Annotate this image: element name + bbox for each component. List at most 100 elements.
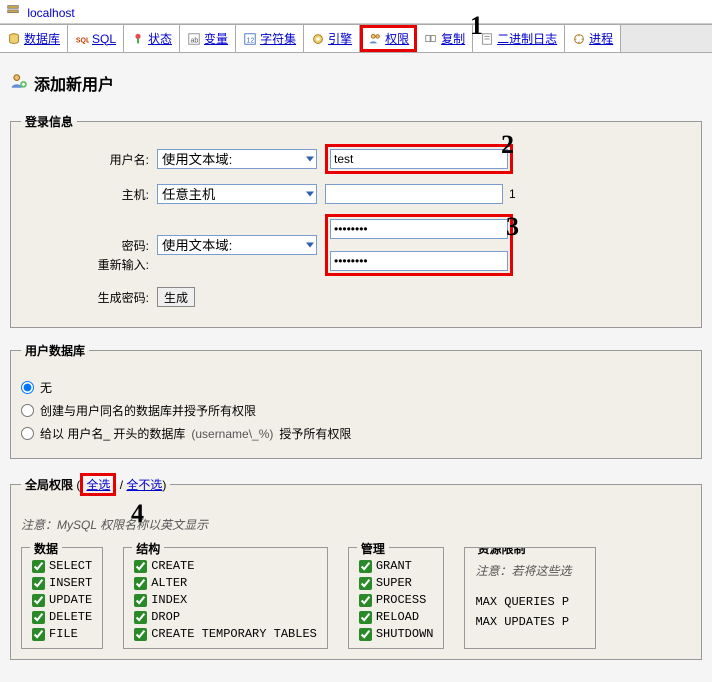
generate-password-button[interactable]: 生成 (157, 287, 195, 307)
priv-checkbox[interactable] (359, 560, 372, 573)
label-retype: 重新输入: (21, 256, 157, 273)
privileges-icon (368, 32, 382, 46)
page-title-text: 添加新用户 (34, 71, 114, 95)
tab-status[interactable]: 状态 (124, 25, 180, 52)
priv-item-drop[interactable]: DROP (134, 610, 317, 624)
resources-note: 注意：若将这些选 (475, 562, 585, 579)
tab-replication[interactable]: 复制 (417, 25, 473, 52)
label-host: 主机: (21, 186, 157, 203)
priv-label: PROCESS (376, 593, 426, 607)
priv-checkbox[interactable] (134, 628, 147, 641)
priv-group-admin-title: 管理 (357, 540, 389, 557)
priv-note: 注意：MySQL 权限名称以英文显示 (21, 516, 691, 533)
priv-checkbox[interactable] (134, 611, 147, 624)
highlight-password (325, 214, 513, 276)
priv-item-file[interactable]: FILE (32, 627, 92, 641)
priv-group-resources-title: 资源限制 (473, 547, 529, 557)
tab-label: 字符集 (260, 30, 296, 47)
tab-engines[interactable]: 引擎 (304, 25, 360, 52)
priv-checkbox[interactable] (32, 560, 45, 573)
select-username-mode[interactable]: 使用文本域: (157, 149, 317, 169)
priv-checkbox[interactable] (32, 594, 45, 607)
priv-label: SELECT (49, 559, 92, 573)
priv-label: DELETE (49, 610, 92, 624)
legend-global-priv-text: 全局权限 (25, 478, 73, 492)
priv-group-structure-title: 结构 (132, 540, 164, 557)
priv-checkbox[interactable] (134, 560, 147, 573)
priv-item-index[interactable]: INDEX (134, 593, 317, 607)
priv-item-reload[interactable]: RELOAD (359, 610, 434, 624)
priv-checkbox[interactable] (134, 594, 147, 607)
tab-database[interactable]: 数据库 (0, 25, 68, 52)
server-icon (6, 6, 23, 20)
input-retype-password[interactable] (330, 251, 508, 271)
priv-checkbox[interactable] (32, 577, 45, 590)
select-password-mode[interactable]: 使用文本域: (157, 235, 317, 255)
server-link[interactable]: localhost (27, 6, 74, 20)
tab-label: 权限 (385, 30, 409, 47)
radio-db-same[interactable] (21, 404, 34, 417)
priv-checkbox[interactable] (32, 628, 45, 641)
priv-item-create-temporary-tables[interactable]: CREATE TEMPORARY TABLES (134, 627, 317, 641)
tab-label: 二进制日志 (497, 30, 557, 47)
radio-db-prefix[interactable] (21, 427, 34, 440)
input-username[interactable] (330, 149, 508, 169)
priv-label: SHUTDOWN (376, 627, 434, 641)
resource-line: MAX QUERIES P (475, 595, 585, 609)
highlight-username (325, 144, 513, 174)
priv-label: INSERT (49, 576, 92, 590)
svg-text:ab: ab (191, 37, 199, 44)
tab-charset[interactable]: 12 字符集 (236, 25, 304, 52)
input-password[interactable] (330, 219, 508, 239)
priv-group-data-title: 数据 (30, 540, 62, 557)
tab-label: 进程 (589, 30, 613, 47)
priv-checkbox[interactable] (32, 611, 45, 624)
input-host[interactable] (325, 184, 503, 204)
priv-label: SUPER (376, 576, 412, 590)
tab-variables[interactable]: ab 变量 (180, 25, 236, 52)
tab-processes[interactable]: 进程 (565, 25, 621, 52)
link-uncheck-all[interactable]: 全不选 (126, 478, 162, 492)
tab-label: SQL (92, 32, 116, 46)
priv-item-create[interactable]: CREATE (134, 559, 317, 573)
priv-item-alter[interactable]: ALTER (134, 576, 317, 590)
priv-item-super[interactable]: SUPER (359, 576, 434, 590)
resource-line: MAX UPDATES P (475, 615, 585, 629)
priv-item-shutdown[interactable]: SHUTDOWN (359, 627, 434, 641)
select-host-mode[interactable]: 任意主机 (157, 184, 317, 204)
tab-sql[interactable]: SQL SQL (68, 25, 124, 52)
priv-label: FILE (49, 627, 78, 641)
priv-checkbox[interactable] (359, 594, 372, 607)
priv-item-update[interactable]: UPDATE (32, 593, 92, 607)
fieldset-user-db: 用户数据库 无 创建与用户同名的数据库并授予所有权限 给以 用户名_ 开头的数据… (10, 342, 702, 459)
legend-global-priv: 全局权限 (全选 / 全不选) (21, 473, 170, 496)
priv-item-grant[interactable]: GRANT (359, 559, 434, 573)
tab-label: 变量 (204, 30, 228, 47)
tab-bar: 数据库 SQL SQL 状态 ab 变量 12 字符集 引擎 权限 复制 二进制… (0, 24, 712, 53)
legend-user-db: 用户数据库 (21, 342, 89, 359)
binlog-icon (480, 32, 494, 46)
tab-privileges[interactable]: 权限 (360, 25, 417, 52)
priv-item-delete[interactable]: DELETE (32, 610, 92, 624)
fieldset-login-info: 登录信息 用户名: 使用文本域: 2 主机: 任意主机 1 密码: 使用文本域: (10, 113, 702, 328)
tab-binlog[interactable]: 二进制日志 (473, 25, 565, 52)
priv-checkbox[interactable] (359, 628, 372, 641)
add-user-icon (10, 72, 28, 95)
priv-checkbox[interactable] (134, 577, 147, 590)
priv-item-select[interactable]: SELECT (32, 559, 92, 573)
radio-db-none[interactable] (21, 381, 34, 394)
radio-db-prefix-label-c: 授予所有权限 (279, 425, 351, 442)
priv-item-process[interactable]: PROCESS (359, 593, 434, 607)
sql-icon: SQL (75, 32, 89, 46)
link-check-all[interactable]: 全选 (86, 478, 110, 492)
priv-label: CREATE (151, 559, 194, 573)
priv-item-insert[interactable]: INSERT (32, 576, 92, 590)
tab-label: 复制 (441, 30, 465, 47)
priv-checkbox[interactable] (359, 611, 372, 624)
priv-checkbox[interactable] (359, 577, 372, 590)
status-icon (131, 32, 145, 46)
priv-label: CREATE TEMPORARY TABLES (151, 627, 317, 641)
priv-label: ALTER (151, 576, 187, 590)
replication-icon (424, 32, 438, 46)
database-icon (7, 32, 21, 46)
